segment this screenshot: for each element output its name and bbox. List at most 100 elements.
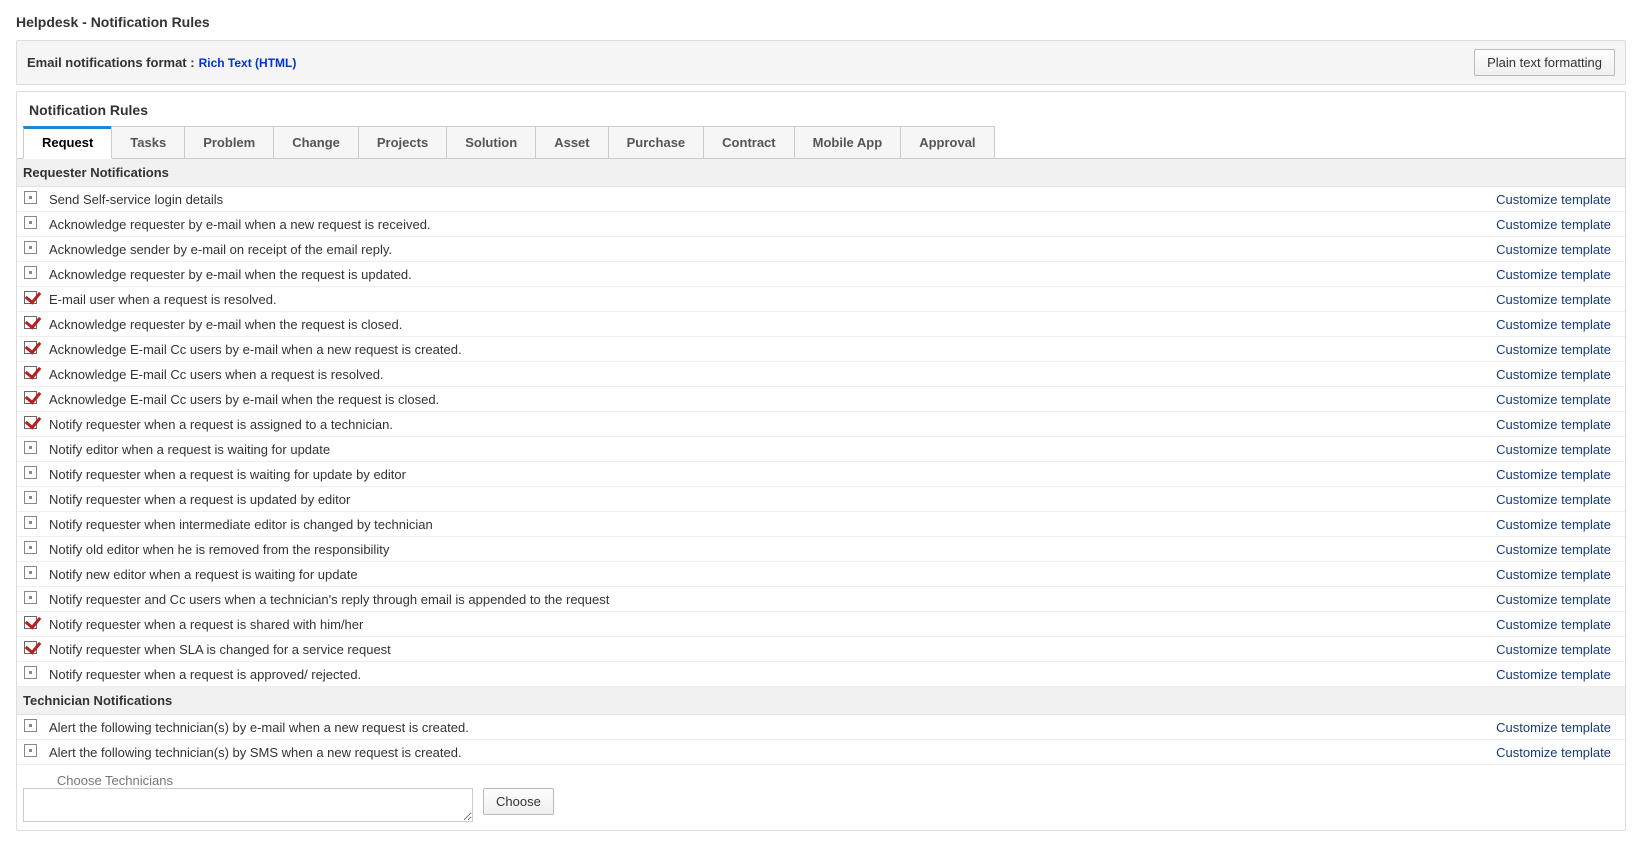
plain-text-formatting-button[interactable]: Plain text formatting bbox=[1474, 49, 1615, 76]
rule-checkbox[interactable] bbox=[24, 516, 37, 529]
rule-row: Notify editor when a request is waiting … bbox=[17, 437, 1625, 462]
rule-row: Notify requester when a request is assig… bbox=[17, 412, 1625, 437]
rule-checkbox[interactable] bbox=[24, 441, 37, 454]
customize-template-link[interactable]: Customize template bbox=[1496, 242, 1611, 257]
rule-row: Notify requester when a request is waiti… bbox=[17, 462, 1625, 487]
rule-label: Notify requester when a request is appro… bbox=[43, 662, 1485, 687]
rule-label: Notify requester when intermediate edito… bbox=[43, 512, 1485, 537]
rule-checkbox[interactable] bbox=[24, 191, 37, 204]
rule-label: Acknowledge requester by e-mail when the… bbox=[43, 262, 1485, 287]
page-title: Helpdesk - Notification Rules bbox=[16, 8, 1626, 40]
rule-label: Acknowledge requester by e-mail when the… bbox=[43, 312, 1485, 337]
rule-label: Notify editor when a request is waiting … bbox=[43, 437, 1485, 462]
rule-label: Alert the following technician(s) by e-m… bbox=[43, 715, 1485, 740]
rule-checkbox[interactable] bbox=[24, 241, 37, 254]
rule-checkbox[interactable] bbox=[24, 566, 37, 579]
customize-template-link[interactable]: Customize template bbox=[1496, 292, 1611, 307]
tab-contract[interactable]: Contract bbox=[703, 126, 794, 158]
customize-template-link[interactable]: Customize template bbox=[1496, 492, 1611, 507]
section-header: Technician Notifications bbox=[17, 687, 1625, 715]
email-format-label: Email notifications format : bbox=[27, 55, 195, 70]
rule-checkbox[interactable] bbox=[24, 291, 37, 304]
tab-projects[interactable]: Projects bbox=[358, 126, 447, 158]
rule-checkbox[interactable] bbox=[24, 316, 37, 329]
customize-template-link[interactable]: Customize template bbox=[1496, 367, 1611, 382]
rule-checkbox[interactable] bbox=[24, 391, 37, 404]
rule-checkbox[interactable] bbox=[24, 666, 37, 679]
rule-label: Notify requester when a request is updat… bbox=[43, 487, 1485, 512]
rule-row: Notify requester when a request is appro… bbox=[17, 662, 1625, 687]
customize-template-link[interactable]: Customize template bbox=[1496, 392, 1611, 407]
rule-row: Notify requester and Cc users when a tec… bbox=[17, 587, 1625, 612]
tab-approval[interactable]: Approval bbox=[900, 126, 994, 158]
customize-template-link[interactable]: Customize template bbox=[1496, 467, 1611, 482]
rule-row: Acknowledge E-mail Cc users by e-mail wh… bbox=[17, 387, 1625, 412]
customize-template-link[interactable]: Customize template bbox=[1496, 567, 1611, 582]
rule-row: Notify requester when SLA is changed for… bbox=[17, 637, 1625, 662]
rule-row: Alert the following technician(s) by SMS… bbox=[17, 740, 1625, 765]
rule-row: Acknowledge requester by e-mail when a n… bbox=[17, 212, 1625, 237]
rule-label: Acknowledge E-mail Cc users by e-mail wh… bbox=[43, 387, 1485, 412]
tab-asset[interactable]: Asset bbox=[535, 126, 608, 158]
customize-template-link[interactable]: Customize template bbox=[1496, 517, 1611, 532]
email-format-bar: Email notifications format : Rich Text (… bbox=[16, 40, 1626, 85]
rule-checkbox[interactable] bbox=[24, 266, 37, 279]
tab-change[interactable]: Change bbox=[273, 126, 359, 158]
customize-template-link[interactable]: Customize template bbox=[1496, 342, 1611, 357]
rule-row: Notify new editor when a request is wait… bbox=[17, 562, 1625, 587]
rule-checkbox[interactable] bbox=[24, 744, 37, 757]
notification-rules-panel: Notification Rules RequestTasksProblemCh… bbox=[16, 91, 1626, 831]
tab-problem[interactable]: Problem bbox=[184, 126, 274, 158]
choose-button[interactable]: Choose bbox=[483, 788, 554, 815]
tab-mobile-app[interactable]: Mobile App bbox=[794, 126, 902, 158]
rule-label: Acknowledge E-mail Cc users when a reque… bbox=[43, 362, 1485, 387]
rule-row: Notify requester when a request is updat… bbox=[17, 487, 1625, 512]
rule-checkbox[interactable] bbox=[24, 341, 37, 354]
rule-checkbox[interactable] bbox=[24, 466, 37, 479]
customize-template-link[interactable]: Customize template bbox=[1496, 592, 1611, 607]
rule-checkbox[interactable] bbox=[24, 216, 37, 229]
rule-label: Notify requester and Cc users when a tec… bbox=[43, 587, 1485, 612]
rule-checkbox[interactable] bbox=[24, 366, 37, 379]
rule-checkbox[interactable] bbox=[24, 641, 37, 654]
rule-checkbox[interactable] bbox=[24, 591, 37, 604]
rule-row: Acknowledge E-mail Cc users by e-mail wh… bbox=[17, 337, 1625, 362]
rule-label: Notify requester when a request is waiti… bbox=[43, 462, 1485, 487]
rule-label: Notify new editor when a request is wait… bbox=[43, 562, 1485, 587]
rule-checkbox[interactable] bbox=[24, 416, 37, 429]
rule-row: E-mail user when a request is resolved.C… bbox=[17, 287, 1625, 312]
customize-template-link[interactable]: Customize template bbox=[1496, 417, 1611, 432]
rule-checkbox[interactable] bbox=[24, 719, 37, 732]
section-header: Requester Notifications bbox=[17, 159, 1625, 187]
choose-technicians-label: Choose Technicians bbox=[23, 773, 183, 788]
tab-bar: RequestTasksProblemChangeProjectsSolutio… bbox=[17, 126, 1625, 159]
rule-checkbox[interactable] bbox=[24, 616, 37, 629]
rule-row: Notify old editor when he is removed fro… bbox=[17, 537, 1625, 562]
email-format-link[interactable]: Rich Text (HTML) bbox=[199, 56, 297, 70]
customize-template-link[interactable]: Customize template bbox=[1496, 542, 1611, 557]
customize-template-link[interactable]: Customize template bbox=[1496, 720, 1611, 735]
tab-request[interactable]: Request bbox=[23, 126, 112, 159]
tab-solution[interactable]: Solution bbox=[446, 126, 536, 158]
tab-purchase[interactable]: Purchase bbox=[608, 126, 705, 158]
choose-technicians-textarea[interactable] bbox=[23, 788, 473, 822]
customize-template-link[interactable]: Customize template bbox=[1496, 317, 1611, 332]
rule-row: Notify requester when intermediate edito… bbox=[17, 512, 1625, 537]
rule-label: Acknowledge sender by e-mail on receipt … bbox=[43, 237, 1485, 262]
rule-row: Alert the following technician(s) by e-m… bbox=[17, 715, 1625, 740]
rule-checkbox[interactable] bbox=[24, 491, 37, 504]
tab-tasks[interactable]: Tasks bbox=[111, 126, 185, 158]
rule-label: Acknowledge E-mail Cc users by e-mail wh… bbox=[43, 337, 1485, 362]
customize-template-link[interactable]: Customize template bbox=[1496, 267, 1611, 282]
tab-content: Requester NotificationsSend Self-service… bbox=[17, 159, 1625, 830]
customize-template-link[interactable]: Customize template bbox=[1496, 192, 1611, 207]
customize-template-link[interactable]: Customize template bbox=[1496, 642, 1611, 657]
rule-row: Acknowledge requester by e-mail when the… bbox=[17, 312, 1625, 337]
rule-checkbox[interactable] bbox=[24, 541, 37, 554]
customize-template-link[interactable]: Customize template bbox=[1496, 745, 1611, 760]
customize-template-link[interactable]: Customize template bbox=[1496, 617, 1611, 632]
customize-template-link[interactable]: Customize template bbox=[1496, 217, 1611, 232]
customize-template-link[interactable]: Customize template bbox=[1496, 667, 1611, 682]
customize-template-link[interactable]: Customize template bbox=[1496, 442, 1611, 457]
rule-label: Send Self-service login details bbox=[43, 187, 1485, 212]
